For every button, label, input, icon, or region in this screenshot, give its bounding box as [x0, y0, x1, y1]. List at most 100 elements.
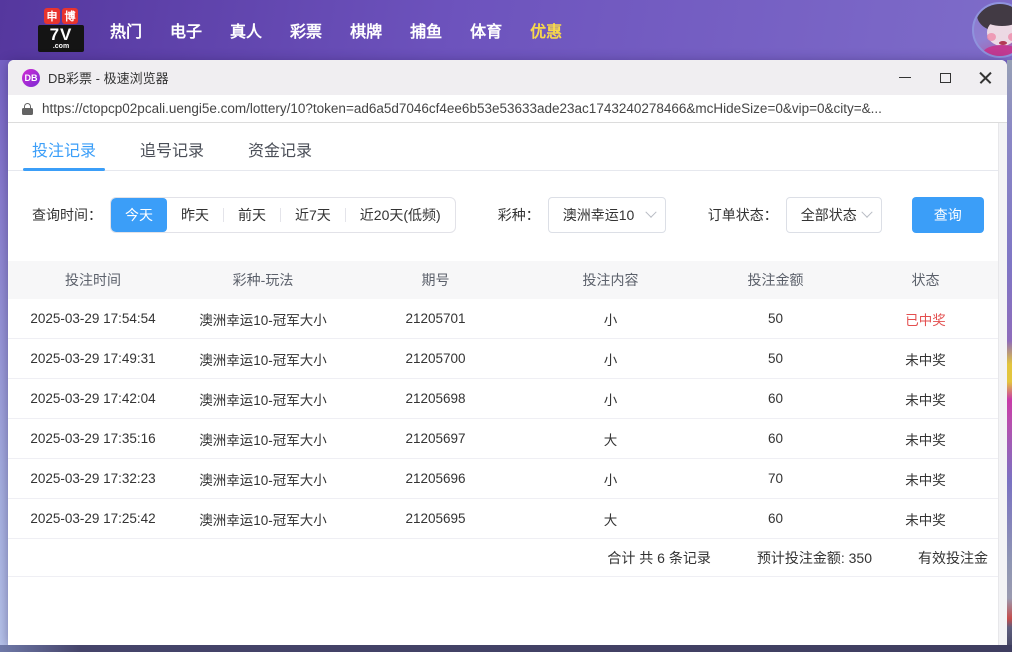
nav-item-slots[interactable]: 电子: [170, 18, 202, 42]
chevron-down-icon: [861, 206, 873, 218]
cell-issue: 21205701: [405, 311, 466, 326]
status-select-value: 全部状态: [800, 207, 857, 223]
nav-item-sports[interactable]: 体育: [470, 18, 502, 42]
lock-icon: [22, 102, 33, 115]
table-summary: 合计 共 6 条记录 预计投注金额: 350 有效投注金: [8, 539, 998, 577]
cell-game-play: 澳洲幸运10-冠军大小: [199, 352, 327, 368]
scrollbar[interactable]: [998, 123, 1007, 645]
cell-bet-amount: 60: [767, 511, 784, 526]
background-page-strip: [1007, 60, 1012, 645]
cell-bet-time: 2025-03-29 17:25:42: [30, 511, 156, 526]
table-row: 2025-03-29 17:54:54 澳洲幸运10-冠军大小 21205701…: [8, 299, 998, 339]
cell-bet-amount: 60: [767, 391, 784, 406]
logo-badge-shen: 申: [44, 8, 60, 24]
app-icon: DB: [22, 68, 40, 87]
avatar-cheek-right: [1008, 33, 1012, 41]
cell-bet-amount: 70: [767, 471, 784, 486]
header-issue: 期号: [421, 272, 450, 288]
cell-status: 未中奖: [905, 472, 946, 488]
logo-suffix: .com: [52, 43, 70, 50]
cell-status: 已中奖: [905, 312, 946, 328]
nav-item-board[interactable]: 棋牌: [350, 18, 382, 42]
summary-expected-amount: 预计投注金额: 350: [756, 549, 872, 566]
site-topbar: 申 博 7V .com 热门 电子 真人 彩票 棋牌 捕鱼 体育 优惠: [0, 0, 1012, 60]
time-option-yesterday[interactable]: 昨天: [167, 198, 223, 232]
header-status: 状态: [911, 272, 940, 288]
address-bar[interactable]: https://ctopcp02pcali.uengi5e.com/lotter…: [8, 95, 1007, 123]
nav-item-live[interactable]: 真人: [230, 18, 262, 42]
cell-issue: 21205700: [405, 351, 466, 366]
cell-bet-amount: 50: [767, 311, 784, 326]
nav-item-fishing[interactable]: 捕鱼: [410, 18, 442, 42]
main-nav: 热门 电子 真人 彩票 棋牌 捕鱼 体育 优惠: [110, 18, 562, 42]
header-bet-amount: 投注金额: [747, 272, 804, 288]
time-option-day-before[interactable]: 前天: [224, 198, 280, 232]
cell-status: 未中奖: [905, 432, 946, 448]
cell-issue: 21205695: [405, 511, 466, 526]
lottery-select[interactable]: 澳洲幸运10: [547, 197, 666, 233]
close-button[interactable]: [965, 60, 1005, 95]
summary-total: 合计 共 6 条记录: [607, 549, 711, 566]
time-option-7days[interactable]: 近7天: [281, 198, 345, 232]
tab-fund-records[interactable]: 资金记录: [248, 137, 312, 170]
cell-bet-amount: 50: [767, 351, 784, 366]
url-text: https://ctopcp02pcali.uengi5e.com/lotter…: [42, 101, 882, 116]
cell-bet-time: 2025-03-29 17:35:16: [30, 431, 156, 446]
page-content: 投注记录 追号记录 资金记录 查询时间： 今天 昨天 前天 近7天 近20天(低…: [8, 123, 998, 645]
logo-mark: 7V .com: [38, 25, 84, 52]
cell-game-play: 澳洲幸运10-冠军大小: [199, 392, 327, 408]
window-title: DB彩票 - 极速浏览器: [48, 71, 169, 86]
minimize-icon: [899, 77, 911, 78]
time-option-today[interactable]: 今天: [111, 198, 167, 232]
header-game-play: 彩种-玩法: [232, 272, 294, 288]
status-filter-label: 订单状态：: [707, 207, 778, 223]
cell-status: 未中奖: [905, 512, 946, 528]
cell-bet-content: 大: [603, 432, 618, 448]
close-icon: [979, 71, 992, 84]
cell-bet-time: 2025-03-29 17:32:23: [30, 471, 156, 486]
nav-item-hot[interactable]: 热门: [110, 18, 142, 42]
maximize-button[interactable]: [925, 60, 965, 95]
browser-window: DB DB彩票 - 极速浏览器 https://ctopcp02pcali.ue…: [8, 60, 1007, 645]
table-row: 2025-03-29 17:32:23 澳洲幸运10-冠军大小 21205696…: [8, 459, 998, 499]
cell-bet-content: 小: [603, 472, 618, 488]
cell-game-play: 澳洲幸运10-冠军大小: [199, 472, 327, 488]
cell-issue: 21205697: [405, 431, 466, 446]
cell-game-play: 澳洲幸运10-冠军大小: [199, 312, 327, 328]
cell-status: 未中奖: [905, 392, 946, 408]
user-avatar[interactable]: [972, 2, 1012, 58]
status-select[interactable]: 全部状态: [785, 197, 882, 233]
logo-badges: 申 博: [44, 8, 78, 24]
minimize-button[interactable]: [885, 60, 925, 95]
nav-item-lottery[interactable]: 彩票: [290, 18, 322, 42]
cell-issue: 21205698: [405, 391, 466, 406]
avatar-bangs: [985, 13, 1012, 26]
table-header: 投注时间 彩种-玩法 期号 投注内容 投注金额 状态: [8, 261, 998, 299]
tab-chase-records[interactable]: 追号记录: [140, 137, 204, 170]
window-controls: [885, 60, 1005, 95]
record-tabs: 投注记录 追号记录 资金记录: [8, 123, 998, 171]
cell-bet-amount: 60: [767, 431, 784, 446]
table-row: 2025-03-29 17:49:31 澳洲幸运10-冠军大小 21205700…: [8, 339, 998, 379]
cell-game-play: 澳洲幸运10-冠军大小: [199, 432, 327, 448]
table-row: 2025-03-29 17:42:04 澳洲幸运10-冠军大小 21205698…: [8, 379, 998, 419]
lottery-select-value: 澳洲幸运10: [562, 207, 635, 223]
maximize-icon: [939, 72, 951, 83]
cell-bet-content: 小: [603, 392, 618, 408]
time-range-group: 今天 昨天 前天 近7天 近20天(低频): [110, 197, 456, 233]
time-filter-label: 查询时间：: [32, 207, 102, 223]
cell-bet-time: 2025-03-29 17:54:54: [30, 311, 156, 326]
table-row: 2025-03-29 17:35:16 澳洲幸运10-冠军大小 21205697…: [8, 419, 998, 459]
header-bet-content: 投注内容: [582, 272, 639, 288]
tab-bet-records[interactable]: 投注记录: [22, 137, 106, 171]
logo-badge-bo: 博: [62, 8, 78, 24]
nav-item-promo[interactable]: 优惠: [530, 18, 562, 42]
logo-text: 7V: [49, 25, 73, 44]
site-logo[interactable]: 申 博 7V .com: [36, 8, 86, 52]
table-row: 2025-03-29 17:25:42 澳洲幸运10-冠军大小 21205695…: [8, 499, 998, 539]
bottom-edge: [0, 645, 1012, 652]
cell-bet-content: 大: [603, 512, 618, 528]
query-button[interactable]: 查询: [911, 197, 984, 233]
time-option-20days[interactable]: 近20天(低频): [346, 198, 455, 232]
window-titlebar[interactable]: DB DB彩票 - 极速浏览器: [8, 60, 1007, 95]
